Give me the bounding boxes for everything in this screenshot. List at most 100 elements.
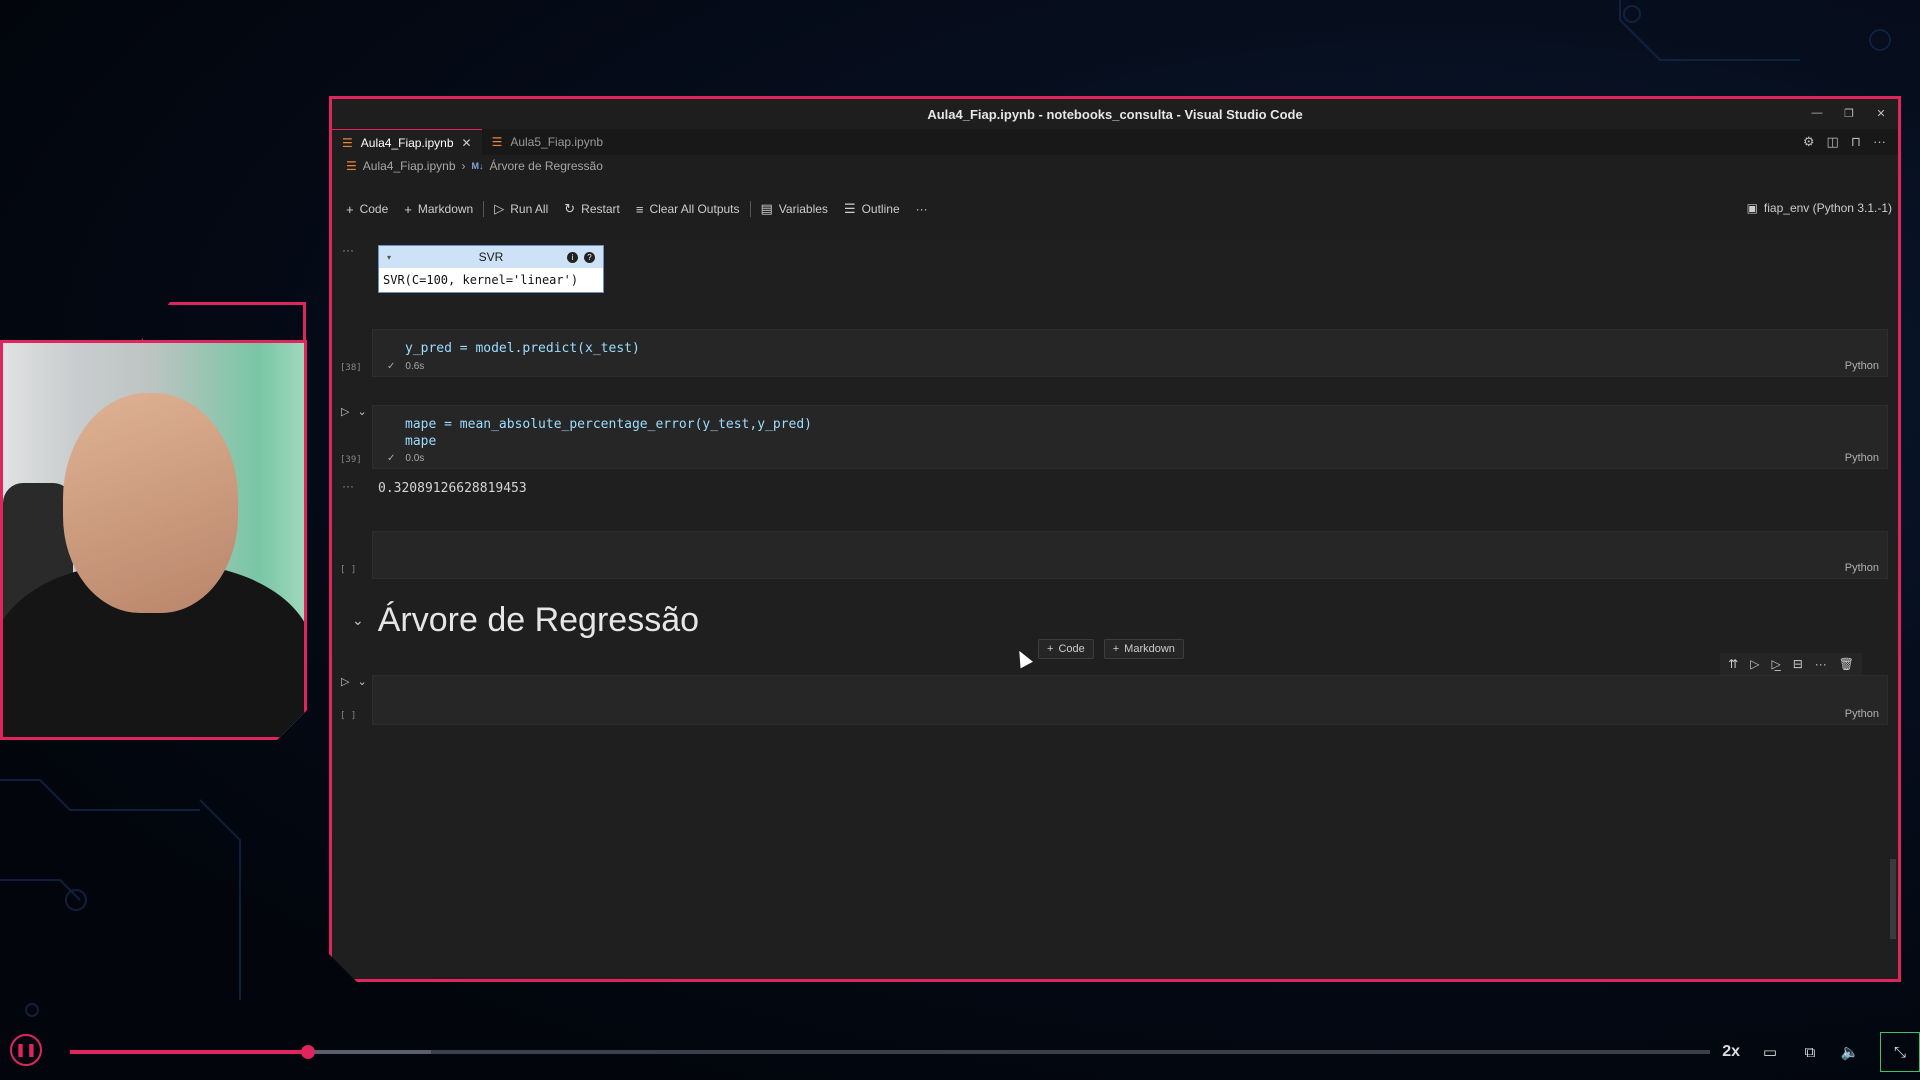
notebook-icon: ☰ <box>346 159 357 173</box>
playback-speed-button[interactable]: 2x <box>1722 1043 1740 1061</box>
notebook-icon: ☰ <box>342 135 353 150</box>
cell-language[interactable]: Python <box>1845 360 1879 372</box>
help-icon[interactable]: ? <box>584 252 595 263</box>
split-editor-icon[interactable]: ◫ <box>1827 134 1839 150</box>
cell-language[interactable]: Python <box>1845 562 1879 574</box>
outline-label: Outline <box>861 202 900 216</box>
notebook-area: ··· ▾ SVR i ? SVR(C=100, kernel='linear'… <box>332 239 1898 979</box>
progress-handle[interactable] <box>300 1045 315 1059</box>
code-line: y_pred = model.predict(x_test) <box>405 341 640 356</box>
picture-in-picture-icon[interactable]: ⧉ <box>1800 1042 1820 1062</box>
restore-icon[interactable]: ❐ <box>1842 106 1856 120</box>
title-bar: Aula4_Fiap.ipynb - notebooks_consulta - … <box>332 99 1898 129</box>
svr-icons: i ? <box>567 252 595 263</box>
webcam-video <box>0 340 307 740</box>
toolbar-divider <box>483 201 484 217</box>
code-cell-39[interactable]: mape = mean_absolute_percentage_error(y_… <box>372 405 1888 469</box>
cell-status: ✓ 0.0s <box>387 453 424 464</box>
presenter-head <box>63 393 238 613</box>
run-cell-icon[interactable]: ▷ <box>341 675 349 688</box>
svr-estimator-widget[interactable]: ▾ SVR i ? SVR(C=100, kernel='linear') <box>378 245 604 293</box>
volume-icon[interactable]: 🔈 <box>1840 1042 1860 1062</box>
lock-icon[interactable]: ⊓ <box>1851 134 1861 150</box>
markdown-badge: M↓ <box>471 161 484 171</box>
run-cell-icon[interactable]: ▷ <box>341 405 349 418</box>
run-cell-icon[interactable]: ▷ <box>1750 657 1759 671</box>
breadcrumb: ☰ Aula4_Fiap.ipynb › M↓ Árvore de Regres… <box>332 155 1898 177</box>
more-actions-icon[interactable]: ··· <box>1815 657 1827 671</box>
close-tab-icon[interactable]: ✕ <box>462 136 472 150</box>
kernel-picker[interactable]: ▣ fiap_env (Python 3.1.-1) <box>1747 201 1892 215</box>
execution-count: [ ] <box>340 565 357 575</box>
tab-aula4[interactable]: ☰ Aula4_Fiap.ipynb ✕ <box>332 129 482 155</box>
run-all-button[interactable]: ▷ Run All <box>486 201 556 217</box>
mouse-cursor-icon <box>1013 648 1033 669</box>
add-code-button[interactable]: + Code <box>338 202 396 217</box>
code-cell-empty[interactable]: Python <box>372 531 1888 579</box>
play-icon: ▷ <box>494 201 505 216</box>
captions-icon[interactable]: ▭ <box>1760 1042 1780 1062</box>
insert-markdown-button[interactable]: + Markdown <box>1104 639 1184 659</box>
chevron-down-icon[interactable]: ⌄ <box>357 405 366 418</box>
svr-repr: SVR(C=100, kernel='linear') <box>379 268 603 292</box>
insert-markdown-label: Markdown <box>1124 643 1175 655</box>
close-window-icon[interactable]: ✕ <box>1874 106 1888 120</box>
add-markdown-button[interactable]: + Markdown <box>396 202 481 217</box>
chevron-down-icon[interactable]: ⌄ <box>352 612 364 629</box>
plus-icon: + <box>404 201 412 217</box>
exec-time: 0.0s <box>405 453 425 464</box>
check-icon: ✓ <box>387 361 396 372</box>
add-code-label: Code <box>359 202 389 216</box>
code-line: mape <box>405 434 437 449</box>
pause-button[interactable]: ❚❚ <box>10 1034 42 1066</box>
more-actions-icon[interactable]: ··· <box>1873 134 1886 150</box>
output-menu-icon[interactable]: ··· <box>342 243 354 257</box>
cell-toolbar: ⇈ ▷ ▷̲ ⊟ ··· 🗑 <box>1720 653 1862 675</box>
outline-button[interactable]: ☰ Outline <box>836 201 908 217</box>
tab-label: Aula5_Fiap.ipynb <box>510 135 604 149</box>
kernel-icon: ▣ <box>1746 201 1758 215</box>
tab-label: Aula4_Fiap.ipynb <box>360 135 454 150</box>
variables-icon: ▤ <box>760 201 773 216</box>
restart-icon: ↻ <box>564 201 576 216</box>
svr-header: ▾ SVR i ? <box>379 246 603 268</box>
restart-button[interactable]: ↻ Restart <box>556 201 628 217</box>
variables-button[interactable]: ▤ Variables <box>753 201 836 217</box>
code-cell-38[interactable]: y_pred = model.predict(x_test) ✓ 0.6s Py… <box>372 329 1888 377</box>
code-cell-active[interactable]: Python <box>372 675 1888 725</box>
cell-code[interactable]: mape = mean_absolute_percentage_error(y_… <box>373 406 1887 450</box>
svr-title: SVR <box>478 250 504 264</box>
output-menu-icon[interactable]: ··· <box>342 479 354 493</box>
tab-aula5[interactable]: ☰ Aula5_Fiap.ipynb <box>482 129 614 155</box>
chevron-right-icon: › <box>461 159 466 173</box>
execution-count: [ ] <box>340 711 357 721</box>
minimize-icon[interactable]: — <box>1810 106 1824 120</box>
info-icon[interactable]: i <box>567 252 578 263</box>
split-cell-icon[interactable]: ⊟ <box>1793 657 1803 671</box>
webcam-frame-tab <box>140 302 306 342</box>
settings-icon[interactable]: ⚙ <box>1803 134 1815 150</box>
cell-code[interactable]: y_pred = model.predict(x_test) <box>373 330 1887 357</box>
breadcrumb-file[interactable]: Aula4_Fiap.ipynb <box>363 159 456 173</box>
insert-code-button[interactable]: + Code <box>1038 639 1094 659</box>
toolbar-more-button[interactable]: ··· <box>908 202 936 216</box>
player-right-controls: 2x ▭ ⧉ 🔈 ⤡ <box>1722 1032 1920 1072</box>
run-above-icon[interactable]: ⇈ <box>1728 657 1738 671</box>
plus-icon: + <box>1047 643 1054 655</box>
cell-language[interactable]: Python <box>1845 452 1879 464</box>
cell-run-controls: ▷ ⌄ <box>341 675 367 688</box>
svr-output: ··· ▾ SVR i ? SVR(C=100, kernel='linear'… <box>332 239 1898 299</box>
progress-bar[interactable] <box>70 1045 1710 1059</box>
cell-language[interactable]: Python <box>1845 708 1879 720</box>
clear-all-outputs-button[interactable]: ≡ Clear All Outputs <box>628 202 748 217</box>
chevron-down-icon[interactable]: ⌄ <box>357 675 366 688</box>
notebook-icon: ☰ <box>491 135 503 149</box>
breadcrumb-section[interactable]: Árvore de Regressão <box>490 159 603 173</box>
exit-fullscreen-icon[interactable]: ⤡ <box>1880 1032 1920 1072</box>
run-below-icon[interactable]: ▷̲ <box>1771 657 1780 671</box>
vscode-window: Aula4_Fiap.ipynb - notebooks_consulta - … <box>329 96 1901 982</box>
delete-icon[interactable]: 🗑 <box>1839 657 1854 671</box>
video-player-controls: ❚❚ 2x ▭ ⧉ 🔈 ⤡ <box>0 1020 1920 1080</box>
markdown-cell-heading[interactable]: ⌄ Árvore de Regressão <box>352 601 699 640</box>
vertical-scrollbar[interactable] <box>1890 859 1896 939</box>
